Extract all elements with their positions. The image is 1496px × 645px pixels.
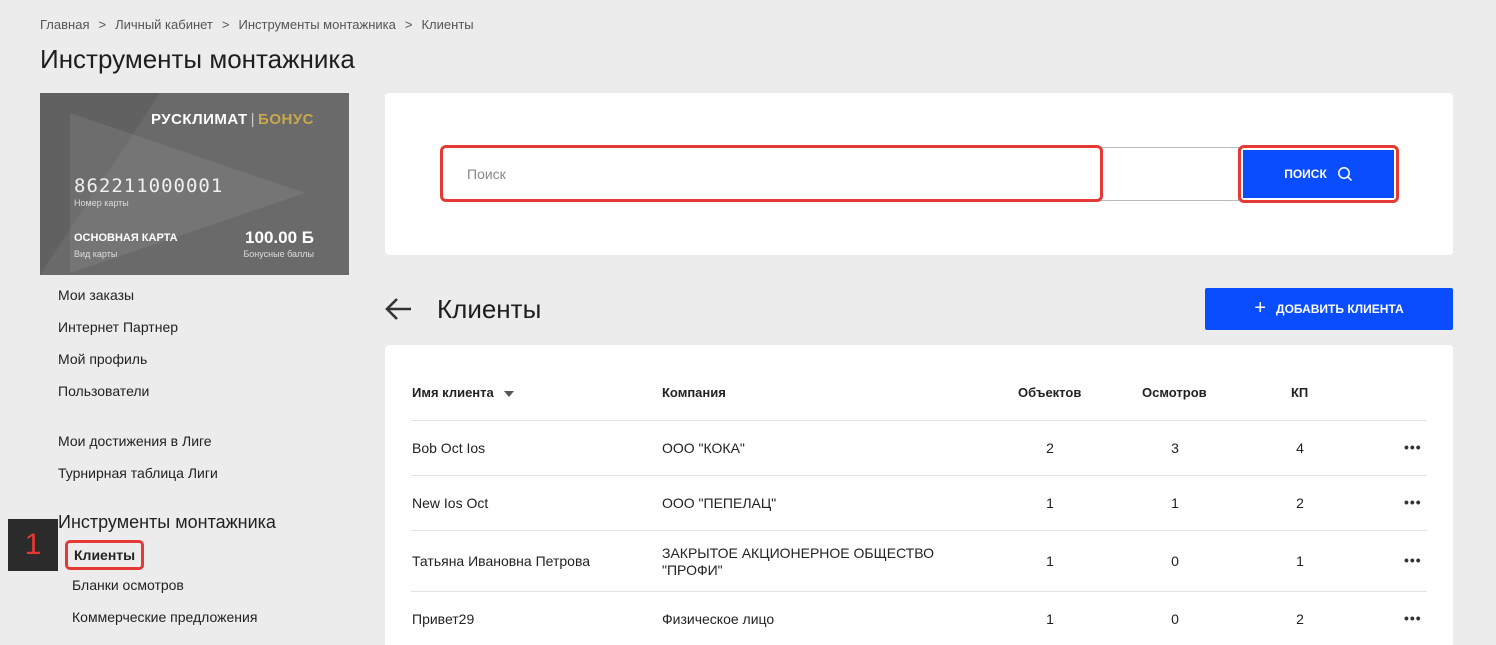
breadcrumb-current: Клиенты bbox=[421, 17, 474, 32]
card-number: 862211000001 bbox=[74, 175, 224, 197]
client-company: Физическое лицо bbox=[662, 611, 775, 627]
clients-title: Клиенты bbox=[437, 294, 542, 324]
add-client-button[interactable]: + ДОБАВИТЬ КЛИЕНТА bbox=[1205, 288, 1453, 330]
card-type: ОСНОВНАЯ КАРТА bbox=[74, 232, 178, 244]
sidebar-item-partner[interactable]: Интернет Партнер bbox=[58, 319, 178, 335]
back-arrow-icon[interactable] bbox=[384, 295, 414, 323]
card-balance-label: Бонусные баллы bbox=[243, 249, 314, 259]
column-header-company: Компания bbox=[662, 385, 726, 400]
add-client-label: ДОБАВИТЬ КЛИЕНТА bbox=[1276, 302, 1404, 316]
client-kp: 1 bbox=[1296, 553, 1304, 569]
client-inspections: 1 bbox=[1171, 495, 1179, 511]
column-header-inspections: Осмотров bbox=[1142, 385, 1207, 400]
breadcrumb-home[interactable]: Главная bbox=[40, 17, 89, 32]
client-inspections: 3 bbox=[1171, 440, 1179, 456]
client-name[interactable]: Bob Oct Ios bbox=[412, 440, 485, 456]
client-name[interactable]: Привет29 bbox=[412, 611, 474, 627]
client-company-line2: "ПРОФИ" bbox=[662, 562, 723, 578]
row-menu-icon[interactable]: ••• bbox=[1404, 552, 1422, 568]
column-header-name-label: Имя клиента bbox=[412, 385, 494, 400]
breadcrumb-separator: > bbox=[404, 17, 413, 32]
row-divider bbox=[411, 420, 1427, 421]
page-title: Инструменты монтажника bbox=[40, 44, 355, 74]
bonus-card: РУСКЛИМАТ | БОНУС 862211000001 Номер карты… bbox=[40, 93, 349, 275]
client-objects: 1 bbox=[1046, 495, 1054, 511]
breadcrumb-account[interactable]: Личный кабинет bbox=[115, 17, 213, 32]
row-menu-icon[interactable]: ••• bbox=[1404, 494, 1422, 510]
client-company: ООО "КОКА" bbox=[662, 440, 745, 456]
search-button-label: ПОИСК bbox=[1284, 167, 1327, 181]
client-name[interactable]: New Ios Oct bbox=[412, 495, 488, 511]
card-number-label: Номер карты bbox=[74, 198, 129, 208]
sidebar-item-clients[interactable]: Клиенты bbox=[65, 540, 145, 570]
search-input[interactable] bbox=[440, 145, 1103, 202]
search-icon bbox=[1337, 167, 1352, 182]
sidebar-item-league-table[interactable]: Турнирная таблица Лиги bbox=[58, 465, 218, 481]
column-header-name[interactable]: Имя клиента bbox=[412, 385, 514, 400]
sidebar-item-orders[interactable]: Мои заказы bbox=[58, 287, 134, 303]
row-menu-icon[interactable]: ••• bbox=[1404, 610, 1422, 626]
sidebar-item-users[interactable]: Пользователи bbox=[58, 383, 149, 399]
breadcrumb-tools[interactable]: Инструменты монтажника bbox=[238, 17, 395, 32]
client-company: ООО "ПЕПЕЛАЦ" bbox=[662, 495, 777, 511]
client-objects: 2 bbox=[1046, 440, 1054, 456]
row-divider bbox=[411, 591, 1427, 592]
card-brand-logo: РУСКЛИМАТ | БОНУС bbox=[150, 111, 314, 128]
annotation-marker-1: 1 bbox=[8, 519, 58, 571]
sidebar-item-commercial-offers[interactable]: Коммерческие предложения bbox=[72, 609, 257, 625]
client-name[interactable]: Татьяна Ивановна Петрова bbox=[412, 553, 590, 569]
sidebar-item-achievements[interactable]: Мои достижения в Лиге bbox=[58, 433, 212, 449]
client-inspections: 0 bbox=[1171, 553, 1179, 569]
breadcrumb: Главная > Личный кабинет > Инструменты м… bbox=[40, 17, 474, 32]
row-divider bbox=[411, 530, 1427, 531]
client-kp: 2 bbox=[1296, 495, 1304, 511]
card-brand-suffix: БОНУС bbox=[258, 111, 314, 128]
client-objects: 1 bbox=[1046, 611, 1054, 627]
search-button[interactable]: ПОИСК bbox=[1243, 150, 1394, 198]
card-type-label: Вид карты bbox=[74, 249, 118, 259]
sidebar-section-title: Инструменты монтажника bbox=[58, 512, 276, 532]
client-kp: 2 bbox=[1296, 611, 1304, 627]
card-balance: 100.00 Б bbox=[245, 228, 314, 247]
breadcrumb-separator: > bbox=[221, 17, 230, 32]
row-divider bbox=[411, 475, 1427, 476]
card-brand-name: РУСКЛИМАТ bbox=[150, 111, 248, 128]
breadcrumb-separator: > bbox=[98, 17, 107, 32]
client-objects: 1 bbox=[1046, 553, 1054, 569]
plus-icon: + bbox=[1254, 297, 1267, 319]
client-inspections: 0 bbox=[1171, 611, 1179, 627]
client-company-line1: ЗАКРЫТОЕ АКЦИОНЕРНОЕ ОБЩЕСТВО bbox=[662, 545, 935, 561]
client-kp: 4 bbox=[1296, 440, 1304, 456]
sort-down-icon bbox=[503, 390, 514, 397]
row-menu-icon[interactable]: ••• bbox=[1404, 439, 1422, 455]
column-header-objects: Объектов bbox=[1018, 385, 1082, 400]
sidebar-item-profile[interactable]: Мой профиль bbox=[58, 351, 147, 367]
column-header-kp: КП bbox=[1291, 385, 1309, 400]
sidebar-item-inspection-forms[interactable]: Бланки осмотров bbox=[72, 577, 184, 593]
